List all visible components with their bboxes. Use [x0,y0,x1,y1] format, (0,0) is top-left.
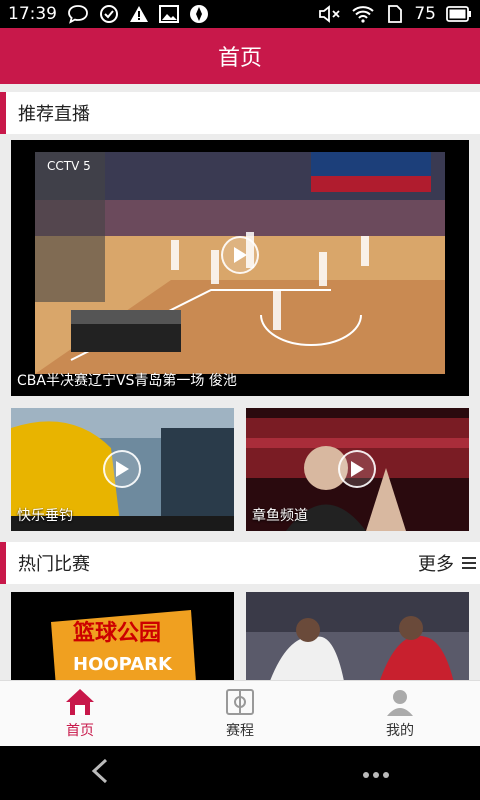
video-card-octopus[interactable]: 章鱼频道 [246,408,469,531]
page-title: 首页 [217,46,262,71]
nav-label-schedule: 赛程 [226,722,254,739]
section-title-live: 推荐直播 [18,104,90,125]
play-icon[interactable] [338,450,376,488]
match-card-nba[interactable] [246,592,469,680]
image-icon [159,5,179,23]
back-icon[interactable] [90,757,110,789]
video-caption-octopus: 章鱼频道 [252,508,308,524]
play-icon[interactable] [221,236,259,274]
more-label: 更多 [418,554,454,575]
nav-item-schedule[interactable]: 赛程 [160,681,320,746]
bottom-nav: 首页 赛程 我的 [0,680,480,746]
app-header: 首页 [0,28,480,84]
hoopark-logo-cn: 篮球公园 [72,620,161,646]
svg-text:CCTV 5: CCTV 5 [47,159,91,173]
chat-icon [67,4,89,24]
hoopark-logo: 篮球公园 HOOPARK [11,592,234,680]
system-nav-bar [0,746,480,800]
video-caption-fishing: 快乐垂钓 [17,508,73,524]
battery-icon [446,6,472,22]
sync-icon [99,4,119,24]
wifi-icon [352,5,375,23]
nav-item-profile[interactable]: 我的 [320,681,480,746]
nav-label-home: 首页 [66,722,94,739]
section-accent-bar [0,92,6,134]
status-time: 17:39 [8,4,57,24]
warning-icon [129,5,149,23]
sim-icon [384,4,404,24]
video-card-fishing[interactable]: 快乐垂钓 [11,408,234,531]
section-title-hot: 热门比赛 [18,554,90,575]
app-icon [189,4,209,24]
section-accent-bar [0,542,6,584]
play-icon[interactable] [103,450,141,488]
home-icon [66,688,94,715]
status-bar: 17:39 75 [0,0,480,28]
battery-level: 75 [414,4,436,24]
main-content[interactable]: 推荐直播 CCTV 5 CBA半决赛辽宁VS青岛第一场 俊池 快乐垂钓 章鱼频道… [0,84,480,680]
nav-label-profile: 我的 [386,722,414,739]
nba-thumbnail [246,592,469,680]
match-card-hoopark[interactable]: 篮球公园 HOOPARK [11,592,234,680]
video-card-main[interactable]: CCTV 5 CBA半决赛辽宁VS青岛第一场 俊池 [11,140,469,396]
menu-icon [462,557,476,569]
hoopark-logo-text: HOOPARK [73,654,173,675]
video-caption-main: CBA半决赛辽宁VS青岛第一场 俊池 [17,373,237,389]
more-button[interactable]: 更多 [418,550,476,576]
section-header-hot: 热门比赛 更多 [0,542,480,584]
more-options-icon[interactable] [362,764,390,783]
mute-icon [318,4,342,24]
profile-icon [387,689,413,716]
nav-item-home[interactable]: 首页 [0,681,160,746]
section-header-live: 推荐直播 [0,92,480,134]
schedule-icon [226,688,254,715]
